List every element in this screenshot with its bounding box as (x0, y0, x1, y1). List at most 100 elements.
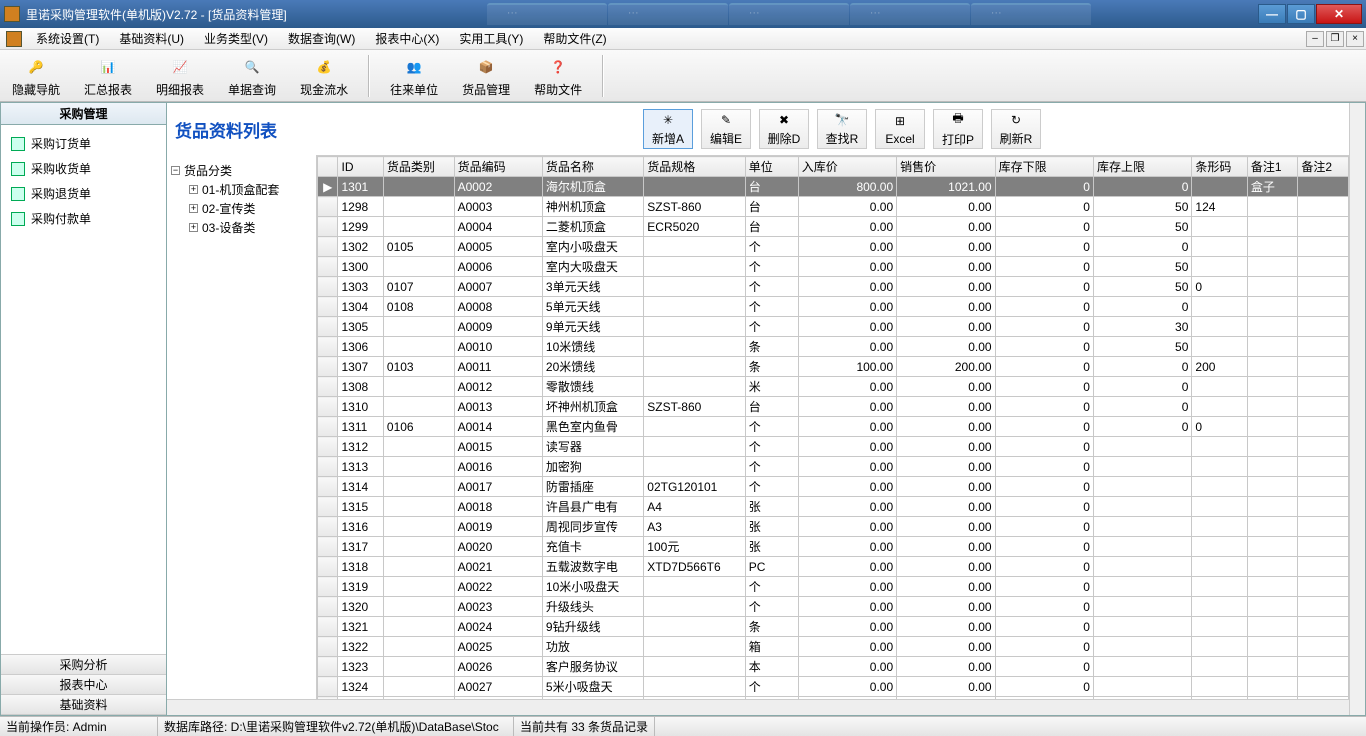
panel-btn-Excel[interactable]: ⊞Excel (875, 109, 925, 149)
cell[interactable]: 本 (745, 657, 798, 677)
cell[interactable]: A0023 (454, 597, 542, 617)
cell[interactable]: 0.00 (897, 417, 995, 437)
cell[interactable] (1093, 657, 1191, 677)
cell[interactable]: A0013 (454, 397, 542, 417)
cell[interactable]: 0 (1093, 177, 1191, 197)
cell[interactable]: 台 (745, 397, 798, 417)
col-header[interactable]: 备注1 (1247, 157, 1297, 177)
cell[interactable]: A0027 (454, 677, 542, 697)
cell[interactable] (1247, 697, 1297, 700)
cell[interactable]: 个 (745, 277, 798, 297)
table-row[interactable]: 13030107A00073单元天线个0.000.000500 (318, 277, 1349, 297)
cell[interactable]: 0 (995, 277, 1093, 297)
cell[interactable] (1298, 177, 1349, 197)
cell[interactable] (1298, 437, 1349, 457)
toolbar-帮助文件[interactable]: ❓帮助文件 (528, 51, 588, 100)
col-header[interactable]: 货品编码 (454, 157, 542, 177)
cell[interactable]: 50 (1093, 277, 1191, 297)
cell[interactable]: 1312 (338, 437, 383, 457)
cell[interactable]: 0.00 (897, 617, 995, 637)
table-row[interactable]: ▶1301A0002海尔机顶盒台800.001021.0000盒子 (318, 177, 1349, 197)
cell[interactable]: 0 (995, 217, 1093, 237)
cell[interactable]: 个 (745, 577, 798, 597)
cell[interactable]: 0.00 (798, 437, 896, 457)
cell[interactable]: 200.00 (897, 357, 995, 377)
cell[interactable]: 1301 (338, 177, 383, 197)
cell[interactable] (1298, 297, 1349, 317)
cell[interactable] (1298, 277, 1349, 297)
cell[interactable]: 30 (1093, 317, 1191, 337)
cell[interactable]: 个 (745, 317, 798, 337)
nav-item[interactable]: 采购收货单 (5, 156, 162, 181)
bg-tab[interactable]: ··· (729, 3, 849, 25)
cell[interactable]: 0.00 (798, 697, 896, 700)
cell[interactable]: 1299 (338, 217, 383, 237)
toolbar-单据查询[interactable]: 🔍单据查询 (222, 51, 282, 100)
cell[interactable] (1247, 237, 1297, 257)
cell[interactable] (383, 437, 454, 457)
cell[interactable] (1093, 437, 1191, 457)
cell[interactable]: 1303 (338, 277, 383, 297)
cell[interactable]: 个 (745, 237, 798, 257)
cell[interactable] (1247, 317, 1297, 337)
cell[interactable] (1093, 457, 1191, 477)
cell[interactable] (1247, 537, 1297, 557)
cell[interactable] (644, 237, 745, 257)
cell[interactable]: 0.00 (798, 617, 896, 637)
cell[interactable]: 0.00 (897, 697, 995, 700)
cell[interactable] (644, 417, 745, 437)
cell[interactable]: 1315 (338, 497, 383, 517)
vertical-scrollbar[interactable] (1349, 103, 1365, 715)
cell[interactable] (383, 617, 454, 637)
cell[interactable] (644, 257, 745, 277)
cell[interactable]: 02TG120101 (644, 477, 745, 497)
cell[interactable] (644, 657, 745, 677)
menu-item[interactable]: 系统设置(T) (26, 28, 109, 49)
nav-item[interactable]: 采购订货单 (5, 131, 162, 156)
minimize-button[interactable]: — (1258, 4, 1286, 24)
cell[interactable]: 0 (1093, 357, 1191, 377)
cell[interactable]: 0.00 (897, 257, 995, 277)
cell[interactable]: 0 (995, 537, 1093, 557)
cell[interactable] (1298, 637, 1349, 657)
panel-btn-新增A[interactable]: ✳新增A (643, 109, 693, 149)
horizontal-scrollbar[interactable] (167, 699, 1349, 715)
cell[interactable] (1247, 637, 1297, 657)
cell[interactable] (1247, 457, 1297, 477)
table-row[interactable]: 1324A00275米小吸盘天个0.000.000 (318, 677, 1349, 697)
cell[interactable] (1298, 217, 1349, 237)
cell[interactable]: 0 (995, 417, 1093, 437)
panel-btn-编辑E[interactable]: ✎编辑E (701, 109, 751, 149)
panel-btn-刷新R[interactable]: ↻刷新R (991, 109, 1041, 149)
tree-collapse-icon[interactable]: − (171, 166, 180, 175)
cell[interactable]: 个 (745, 457, 798, 477)
bg-tab[interactable]: ··· (487, 3, 607, 25)
cell[interactable]: 0 (995, 457, 1093, 477)
cell[interactable] (1247, 297, 1297, 317)
menu-item[interactable]: 帮助文件(Z) (533, 28, 616, 49)
cell[interactable] (1093, 697, 1191, 700)
cell[interactable]: Swan (542, 697, 643, 700)
cell[interactable]: 海尔机顶盒 (542, 177, 643, 197)
table-row[interactable]: 1318A0021五载波数字电XTD7D566T6PC0.000.000 (318, 557, 1349, 577)
cell[interactable]: 1298 (338, 197, 383, 217)
cell[interactable]: A0010 (454, 337, 542, 357)
cell[interactable]: 功放 (542, 637, 643, 657)
cell[interactable]: 个 (745, 677, 798, 697)
cell[interactable]: ECR5020 (644, 217, 745, 237)
panel-btn-打印P[interactable]: 🖶打印P (933, 109, 983, 149)
cell[interactable]: 1308 (338, 377, 383, 397)
cell[interactable]: A0025 (454, 637, 542, 657)
cell[interactable]: 0 (995, 197, 1093, 217)
cell[interactable]: 0 (995, 437, 1093, 457)
cell[interactable]: 0 (995, 257, 1093, 277)
cell[interactable] (644, 617, 745, 637)
cell[interactable]: 5单元天线 (542, 297, 643, 317)
cell[interactable]: A0015 (454, 437, 542, 457)
cell[interactable]: 0 (1093, 237, 1191, 257)
cell[interactable] (1298, 357, 1349, 377)
table-row[interactable]: 1325A0028SwanPC0.000.000 (318, 697, 1349, 700)
cell[interactable] (1298, 197, 1349, 217)
cell[interactable]: 个 (745, 597, 798, 617)
cell[interactable] (1192, 297, 1248, 317)
